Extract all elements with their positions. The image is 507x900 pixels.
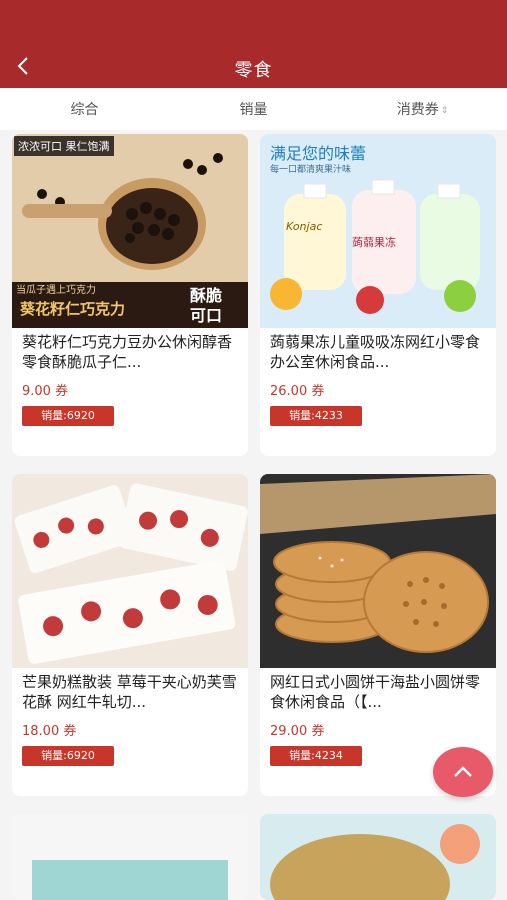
product-image — [260, 814, 496, 900]
product-image — [12, 474, 248, 668]
brand-text: Konjac — [286, 220, 323, 233]
image-tag-top: 浓浓可口 果仁饱满 — [14, 136, 114, 156]
sales-badge: 销量:6920 — [22, 406, 114, 426]
product-card[interactable]: 满足您的味蕾 每一口都清爽果汁味 Konjac 蒟蒻果冻 蒟蒻果冻儿童吸吸冻网红… — [260, 134, 496, 456]
product-image — [12, 814, 248, 900]
sort-icon: ⇕ — [440, 106, 449, 116]
product-name: 芒果奶糕散装 草莓干夹心奶芙雪花酥 网红牛轧切... — [22, 673, 237, 711]
image-headline: 满足您的味蕾 — [270, 144, 367, 163]
product-price: 18.00 券 — [22, 724, 77, 739]
sales-badge: 销量:6920 — [22, 746, 114, 766]
product-card[interactable]: 浓浓可口 果仁饱满 当瓜子遇上巧克力 葵花籽仁巧克力 酥脆 可口 葵花籽仁巧克力… — [12, 134, 248, 456]
pouch-text: 蒟蒻果冻 — [352, 236, 396, 249]
product-card[interactable]: 芒果奶糕散装 草莓干夹心奶芙雪花酥 网红牛轧切... 18.00 券 销量:69… — [12, 474, 248, 796]
image-subline: 每一口都清爽果汁味 — [270, 165, 352, 175]
product-name: 蒟蒻果冻儿童吸吸冻网红小零食办公室休闲食品... — [270, 333, 481, 371]
sort-tabs: 综合 销量 消费券 ⇕ — [0, 88, 507, 130]
page-title: 零食 — [234, 60, 273, 81]
sales-badge: 销量:4234 — [270, 746, 362, 766]
sales-badge: 销量:4233 — [270, 406, 362, 426]
image-side-text: 酥脆 可口 — [190, 286, 223, 325]
top-bar: 零食 — [0, 0, 507, 88]
product-price: 9.00 券 — [22, 384, 69, 399]
chevron-up-icon — [454, 766, 472, 777]
tab-sales[interactable]: 销量 — [169, 99, 338, 119]
product-price: 26.00 券 — [270, 384, 325, 399]
image-banner: 葵花籽仁巧克力 — [20, 300, 126, 318]
product-name: 网红日式小圆饼干海盐小圆饼零食休闲食品（【... — [270, 673, 481, 711]
back-to-top-button[interactable] — [433, 747, 493, 797]
product-name: 葵花籽仁巧克力豆办公休闲醇香零食酥脆瓜子仁... — [22, 333, 233, 371]
image-tag-mid: 当瓜子遇上巧克力 — [16, 285, 96, 296]
product-price: 29.00 券 — [270, 724, 325, 739]
product-card[interactable] — [260, 814, 496, 900]
tab-comprehensive[interactable]: 综合 — [0, 99, 169, 119]
product-card[interactable] — [12, 814, 248, 900]
tab-coupon[interactable]: 消费券 ⇕ — [338, 99, 507, 119]
product-image — [260, 474, 496, 668]
